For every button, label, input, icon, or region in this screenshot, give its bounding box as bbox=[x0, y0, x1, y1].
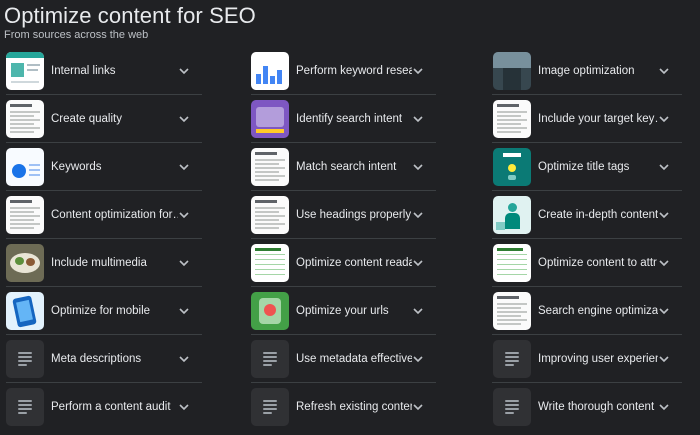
topic-label: Include your target key… bbox=[538, 113, 658, 125]
topic-label: Use metadata effectively bbox=[296, 353, 412, 365]
topic-label: Perform keyword resear… bbox=[296, 65, 412, 77]
topic-label: Write thorough content bbox=[538, 401, 655, 413]
topic-thumbnail bbox=[6, 52, 44, 90]
topic-thumbnail bbox=[493, 100, 531, 138]
topic-item-image-optimization[interactable]: Image optimization bbox=[492, 47, 682, 95]
topic-label: Identify search intent bbox=[296, 113, 403, 125]
chevron-down-icon[interactable] bbox=[178, 401, 190, 413]
topic-thumbnail bbox=[493, 52, 531, 90]
chevron-down-icon[interactable] bbox=[412, 113, 424, 125]
topic-item-create-quality[interactable]: Create quality bbox=[0, 95, 202, 143]
document-icon bbox=[493, 388, 531, 426]
topic-thumbnail bbox=[251, 148, 289, 186]
chevron-down-icon[interactable] bbox=[658, 113, 670, 125]
topic-label: Create in-depth content bbox=[538, 209, 658, 221]
topic-thumbnail bbox=[251, 100, 289, 138]
page-subtitle: From sources across the web bbox=[4, 29, 149, 41]
topic-item-meta-descriptions[interactable]: Meta descriptions bbox=[0, 335, 202, 383]
topic-item-optimize-title-tags[interactable]: Optimize title tags bbox=[492, 143, 682, 191]
chevron-down-icon[interactable] bbox=[412, 401, 424, 413]
chevron-down-icon[interactable] bbox=[412, 161, 424, 173]
topic-item-optimize-for-mobile[interactable]: Optimize for mobile bbox=[0, 287, 202, 335]
topic-thumbnail bbox=[6, 292, 44, 330]
topic-label: Meta descriptions bbox=[51, 353, 142, 365]
chevron-down-icon[interactable] bbox=[658, 305, 670, 317]
document-icon bbox=[6, 340, 44, 378]
topic-label: Match search intent bbox=[296, 161, 397, 173]
topic-item-improving-user-experien[interactable]: Improving user experien… bbox=[492, 335, 682, 383]
document-icon bbox=[6, 388, 44, 426]
chevron-down-icon[interactable] bbox=[178, 65, 190, 77]
topic-thumbnail bbox=[251, 292, 289, 330]
topic-label: Optimize content to attr… bbox=[538, 257, 658, 269]
topic-thumbnail bbox=[6, 100, 44, 138]
topic-item-optimize-content-reada[interactable]: Optimize content reada… bbox=[246, 239, 436, 287]
chevron-down-icon[interactable] bbox=[178, 257, 190, 269]
document-icon bbox=[251, 340, 289, 378]
topic-item-search-engine-optimizat[interactable]: Search engine optimizat… bbox=[492, 287, 682, 335]
chevron-down-icon[interactable] bbox=[178, 161, 190, 173]
topic-item-keywords[interactable]: Keywords bbox=[0, 143, 202, 191]
chevron-down-icon[interactable] bbox=[178, 353, 190, 365]
topic-thumbnail bbox=[251, 52, 289, 90]
chevron-down-icon[interactable] bbox=[658, 161, 670, 173]
topic-item-internal-links[interactable]: Internal links bbox=[0, 47, 202, 95]
chevron-down-icon[interactable] bbox=[412, 209, 424, 221]
chevron-down-icon[interactable] bbox=[178, 305, 190, 317]
topic-thumbnail bbox=[251, 244, 289, 282]
page-title: Optimize content for SEO bbox=[4, 3, 256, 28]
chevron-down-icon[interactable] bbox=[412, 353, 424, 365]
topic-label: Content optimization for… bbox=[51, 209, 178, 221]
topic-label: Optimize for mobile bbox=[51, 305, 151, 317]
topic-item-identify-search-intent[interactable]: Identify search intent bbox=[246, 95, 436, 143]
topic-item-optimize-your-urls[interactable]: Optimize your urls bbox=[246, 287, 436, 335]
topic-item-perform-keyword-resear[interactable]: Perform keyword resear… bbox=[246, 47, 436, 95]
topic-label: Optimize title tags bbox=[538, 161, 630, 173]
topic-label: Image optimization bbox=[538, 65, 635, 77]
topic-thumbnail bbox=[6, 244, 44, 282]
topic-thumbnail bbox=[6, 196, 44, 234]
topic-thumbnail bbox=[493, 292, 531, 330]
topic-item-include-your-target-key[interactable]: Include your target key… bbox=[492, 95, 682, 143]
topic-label: Optimize content reada… bbox=[296, 257, 412, 269]
document-icon bbox=[251, 388, 289, 426]
topic-item-optimize-content-to-attr[interactable]: Optimize content to attr… bbox=[492, 239, 682, 287]
topic-thumbnail bbox=[493, 148, 531, 186]
topic-thumbnail bbox=[251, 196, 289, 234]
topic-thumbnail bbox=[6, 148, 44, 186]
topic-thumbnail bbox=[493, 244, 531, 282]
topic-label: Search engine optimizat… bbox=[538, 305, 658, 317]
chevron-down-icon[interactable] bbox=[412, 65, 424, 77]
topic-item-write-thorough-content[interactable]: Write thorough content bbox=[492, 383, 682, 431]
topic-item-use-metadata-effectively[interactable]: Use metadata effectively bbox=[246, 335, 436, 383]
topic-item-match-search-intent[interactable]: Match search intent bbox=[246, 143, 436, 191]
topic-label: Refresh existing content bbox=[296, 401, 412, 413]
topic-label: Create quality bbox=[51, 113, 122, 125]
topic-label: Use headings properly bbox=[296, 209, 412, 221]
chevron-down-icon[interactable] bbox=[658, 353, 670, 365]
chevron-down-icon[interactable] bbox=[412, 305, 424, 317]
document-icon bbox=[493, 340, 531, 378]
topic-item-use-headings-properly[interactable]: Use headings properly bbox=[246, 191, 436, 239]
chevron-down-icon[interactable] bbox=[412, 257, 424, 269]
chevron-down-icon[interactable] bbox=[658, 257, 670, 269]
chevron-down-icon[interactable] bbox=[658, 209, 670, 221]
topic-item-content-optimization-for[interactable]: Content optimization for… bbox=[0, 191, 202, 239]
topic-item-create-in-depth-content[interactable]: Create in-depth content bbox=[492, 191, 682, 239]
topic-label: Include multimedia bbox=[51, 257, 147, 269]
topic-thumbnail bbox=[493, 196, 531, 234]
topic-label: Optimize your urls bbox=[296, 305, 389, 317]
chevron-down-icon[interactable] bbox=[658, 401, 670, 413]
topic-label: Internal links bbox=[51, 65, 116, 77]
chevron-down-icon[interactable] bbox=[178, 113, 190, 125]
topic-label: Improving user experien… bbox=[538, 353, 658, 365]
topic-item-perform-a-content-audit[interactable]: Perform a content audit bbox=[0, 383, 202, 431]
chevron-down-icon[interactable] bbox=[178, 209, 190, 221]
topic-label: Keywords bbox=[51, 161, 102, 173]
chevron-down-icon[interactable] bbox=[658, 65, 670, 77]
topic-item-refresh-existing-content[interactable]: Refresh existing content bbox=[246, 383, 436, 431]
topic-label: Perform a content audit bbox=[51, 401, 171, 413]
topic-grid: Internal links Perform keyword resear… Ima… bbox=[0, 47, 700, 431]
topic-item-include-multimedia[interactable]: Include multimedia bbox=[0, 239, 202, 287]
